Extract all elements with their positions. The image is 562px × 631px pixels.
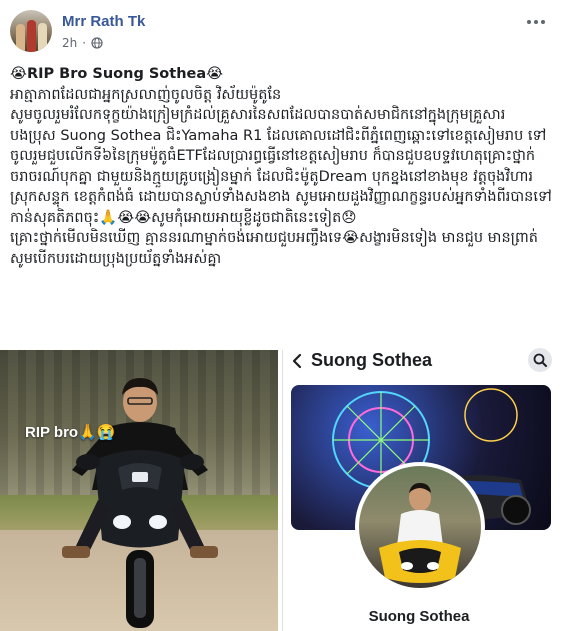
author-avatar[interactable] xyxy=(10,10,52,52)
chevron-left-icon[interactable] xyxy=(289,352,307,370)
post-paragraph: សូមបើកបរដោយប្រុងប្រយ័ត្នទាំងអស់គ្នា xyxy=(10,250,222,267)
profile-name: Suong Sothea xyxy=(368,608,470,625)
search-button[interactable] xyxy=(528,348,552,372)
profile-picture[interactable] xyxy=(355,462,485,592)
profile-header-title: Suong Sothea xyxy=(311,350,432,370)
post-photo-rider[interactable]: RIP bro🙏😭 xyxy=(0,350,278,631)
post-title: 😭RIP Bro Suong Sothea😭 xyxy=(10,66,224,82)
search-icon xyxy=(533,353,547,367)
globe-icon xyxy=(91,37,103,49)
post-header: Mrr Rath Tk 2h · xyxy=(0,0,562,60)
rider-profile-illustration xyxy=(379,483,461,583)
rider-on-motorcycle-illustration xyxy=(62,378,218,628)
post-paragraph: គ្រោះថ្នាក់មើលមិនឃើញ គ្មាននរណាម្នាក់ចង់អ… xyxy=(10,230,539,246)
post-paragraph: បងប្រុស Suong Sothea ជិះYamaha R1 ដែលគោល… xyxy=(10,127,552,226)
post-time[interactable]: 2h xyxy=(62,36,77,50)
post-meta: 2h · xyxy=(62,36,103,50)
post-text: 😭RIP Bro Suong Sothea😭 អាត្មាភាពដែលជាអ្ន… xyxy=(10,64,555,269)
more-options-button[interactable] xyxy=(524,12,548,32)
photo-caption: RIP bro🙏😭 xyxy=(25,424,116,441)
profile-screenshot-card[interactable]: Suong Sothea Suong Sothea xyxy=(282,348,562,631)
post-paragraph: សូមចូលរួមរំលែកទុក្ខយ៉ាងក្រៀមក្រំដល់គ្រួស… xyxy=(10,107,506,123)
author-name[interactable]: Mrr Rath Tk xyxy=(62,13,145,30)
post-paragraph: អាត្មាភាពដែលជាអ្នកស្រលាញ់ចូលចិត្ត វិស័យម… xyxy=(10,86,282,103)
